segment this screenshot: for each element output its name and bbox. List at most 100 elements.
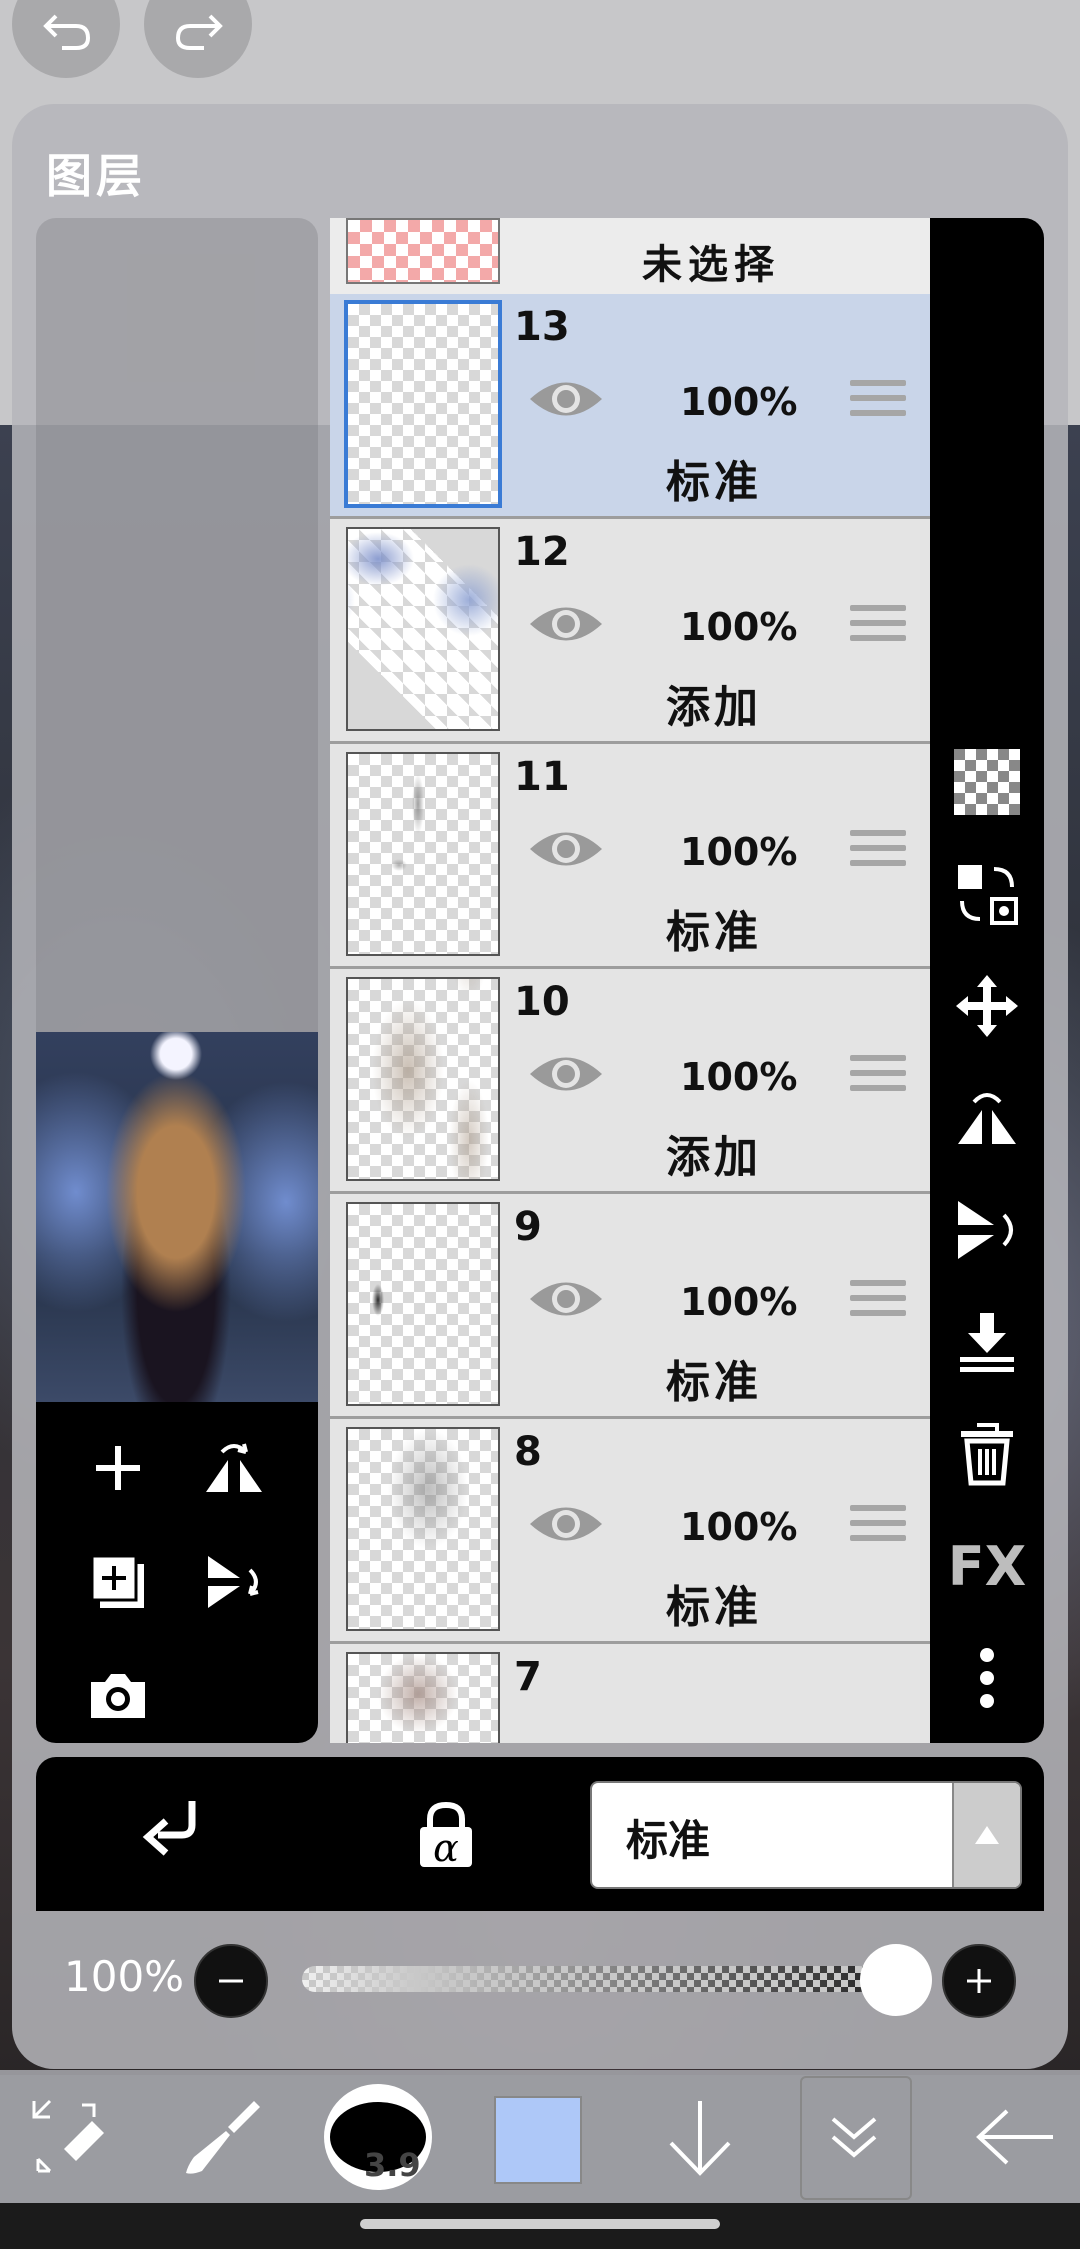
layer-thumbnail[interactable] — [344, 300, 502, 508]
collapse-panel-button[interactable] — [804, 2070, 904, 2203]
brush-tool-button[interactable] — [172, 2070, 272, 2203]
color-swatch[interactable] — [494, 2096, 582, 2184]
transform-tool-button[interactable] — [20, 2070, 120, 2203]
layer-number: 11 — [514, 754, 570, 800]
alpha-lock-button[interactable]: α — [416, 1801, 476, 1875]
flip-vertical-icon — [958, 1201, 1013, 1259]
merge-down-button[interactable] — [947, 1302, 1027, 1382]
camera-icon — [91, 1674, 145, 1718]
drag-handle-icon[interactable] — [850, 1505, 906, 1550]
layer-blend-mode: 标准 — [666, 1582, 762, 1633]
add-layer-button[interactable] — [78, 1428, 158, 1508]
more-options-button[interactable] — [947, 1638, 1027, 1718]
canvas-preview[interactable] — [36, 1032, 318, 1402]
move-icon — [956, 975, 1018, 1037]
opacity-control: 100% — [0, 1930, 1080, 2030]
flip-vertical-icon — [208, 1556, 259, 1608]
opacity-slider[interactable] — [302, 1966, 872, 1992]
duplicate-layer-button[interactable] — [78, 1542, 158, 1622]
layer-opacity: 100% — [680, 1055, 798, 1099]
layer-opacity: 100% — [680, 380, 798, 424]
layer-blend-mode: 标准 — [666, 907, 762, 958]
layer-row-12[interactable]: 12 100% 添加 — [330, 519, 930, 744]
undo-icon — [43, 14, 91, 50]
move-button[interactable] — [947, 966, 1027, 1046]
transparent-fill-button[interactable] — [947, 742, 1027, 822]
layer-opacity: 100% — [680, 605, 798, 649]
clipping-arrow-icon — [142, 1801, 196, 1871]
delete-layer-button[interactable] — [947, 1414, 1027, 1494]
redo-icon — [175, 14, 223, 50]
layer-row-10[interactable]: 10 100% 添加 — [330, 969, 930, 1194]
layer-number: 7 — [514, 1654, 542, 1700]
layer-opacity: 100% — [680, 1280, 798, 1324]
plus-icon — [967, 1969, 991, 1993]
layer-number: 10 — [514, 979, 570, 1025]
layer-row-8[interactable]: 8 100% 标准 — [330, 1419, 930, 1644]
merge-down-icon — [960, 1313, 1014, 1372]
chevron-double-down-icon — [831, 2116, 877, 2158]
transform-eraser-icon — [32, 2099, 104, 2172]
layer-thumbnail[interactable] — [346, 1202, 500, 1406]
alpha-lock-label: α — [433, 1826, 459, 1870]
layer-thumbnail[interactable] — [346, 527, 500, 731]
flip-vertical-button[interactable] — [194, 1542, 274, 1622]
fx-button[interactable]: FX — [947, 1526, 1027, 1606]
layer-opacity: 100% — [680, 830, 798, 874]
eye-icon[interactable] — [526, 824, 606, 874]
eye-icon[interactable] — [526, 374, 606, 424]
brush-size-indicator[interactable]: 3.9 — [324, 2084, 432, 2190]
eye-icon[interactable] — [526, 1499, 606, 1549]
layer-number: 12 — [514, 529, 570, 575]
layer-list[interactable]: 未选择 13 100% 标准 12 100% 添加 11 100% 标准 10 100% 添加 9 100… — [330, 218, 930, 1743]
layer-row-13[interactable]: 13 100% 标准 — [330, 294, 930, 519]
opacity-decrease-button[interactable] — [194, 1944, 268, 2018]
layer-blend-mode: 标准 — [666, 457, 762, 508]
layer-row-11[interactable]: 11 100% 标准 — [330, 744, 930, 969]
layer-thumbnail[interactable] — [346, 752, 500, 956]
flip-layer-vertical-button[interactable] — [947, 1190, 1027, 1270]
clipping-button[interactable] — [136, 1795, 206, 1879]
swap-icon — [958, 865, 1018, 925]
home-indicator[interactable] — [360, 2219, 720, 2229]
plus-icon — [96, 1446, 140, 1490]
layer-blend-mode: 添加 — [666, 682, 762, 733]
eye-icon[interactable] — [526, 1049, 606, 1099]
blend-mode-arrow-icon[interactable] — [952, 1783, 1020, 1887]
flip-horizontal-button[interactable] — [194, 1428, 274, 1508]
drag-handle-icon[interactable] — [850, 1055, 906, 1100]
main-toolbar: 3.9 — [0, 2070, 1080, 2203]
drag-handle-icon[interactable] — [850, 380, 906, 425]
swap-layers-button[interactable] — [947, 854, 1027, 934]
brush-size-value: 3.9 — [364, 2146, 421, 2184]
blend-mode-select[interactable]: 标准 — [590, 1781, 1022, 1889]
unselect-label: 未选择 — [642, 242, 780, 288]
layer-row-7[interactable]: 7 — [330, 1644, 930, 1743]
layer-thumbnail[interactable] — [346, 977, 500, 1181]
arrow-left-icon — [976, 2109, 1053, 2164]
layer-thumbnail[interactable] — [346, 1652, 500, 1743]
duplicate-layer-icon — [90, 1554, 144, 1608]
opacity-increase-button[interactable] — [942, 1944, 1016, 2018]
layer-opacity: 100% — [680, 1505, 798, 1549]
layer-thumbnail[interactable] — [346, 1427, 500, 1631]
trash-icon — [961, 1423, 1013, 1486]
layer-row-9[interactable]: 9 100% 标准 — [330, 1194, 930, 1419]
minus-icon — [219, 1979, 243, 1983]
drag-handle-icon[interactable] — [850, 605, 906, 650]
back-button[interactable] — [960, 2070, 1070, 2203]
layer-blend-mode: 标准 — [666, 1357, 762, 1408]
opacity-slider-thumb[interactable] — [860, 1944, 932, 2016]
layer-number: 8 — [514, 1429, 542, 1475]
eye-icon[interactable] — [526, 599, 606, 649]
more-vertical-icon — [980, 1648, 994, 1708]
opacity-value: 100% — [64, 1952, 185, 2001]
camera-button[interactable] — [78, 1656, 158, 1736]
layer-number: 9 — [514, 1204, 542, 1250]
eye-icon[interactable] — [526, 1274, 606, 1324]
drag-handle-icon[interactable] — [850, 830, 906, 875]
unselect-layer-row[interactable]: 未选择 — [330, 218, 930, 296]
layer-down-button[interactable] — [650, 2070, 750, 2203]
drag-handle-icon[interactable] — [850, 1280, 906, 1325]
flip-layer-horizontal-button[interactable] — [947, 1078, 1027, 1158]
